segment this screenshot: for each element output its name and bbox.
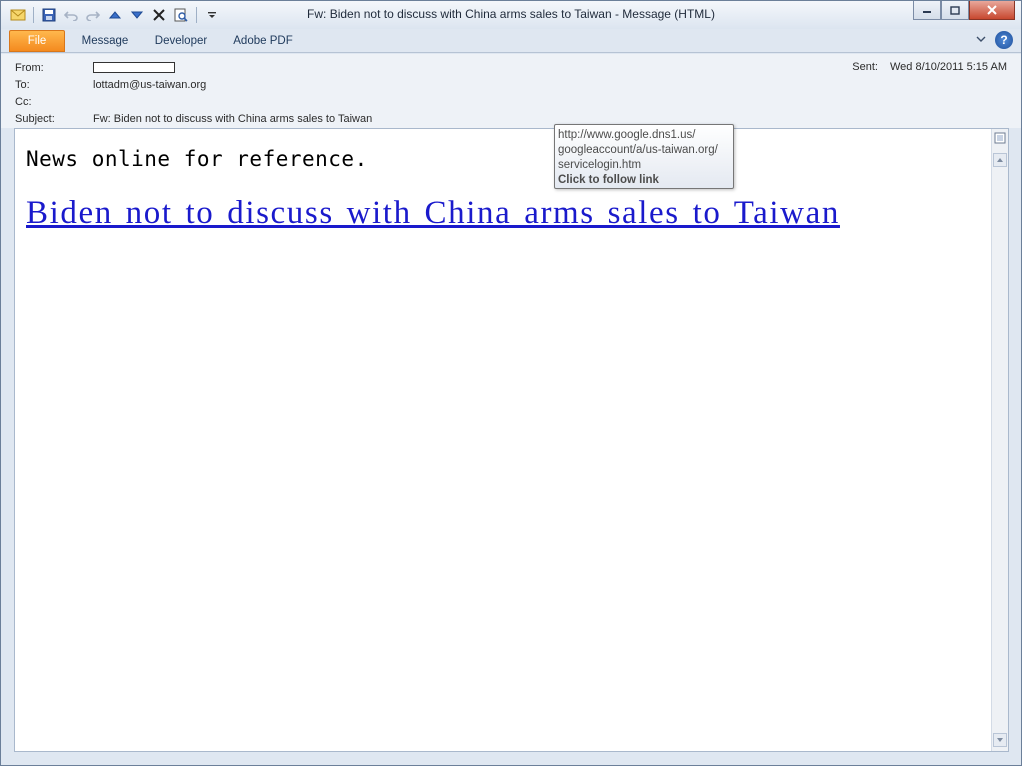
scroll-down-button[interactable] (993, 733, 1007, 747)
minimize-icon (923, 11, 931, 13)
to-value[interactable]: lottadm@us-taiwan.org (93, 79, 206, 91)
message-window: Fw: Biden not to discuss with China arms… (0, 0, 1022, 766)
expand-ribbon-button[interactable] (975, 34, 987, 47)
tab-developer[interactable]: Developer (147, 30, 215, 52)
tab-message[interactable]: Message (73, 30, 137, 52)
cc-label: Cc: (15, 95, 32, 108)
chevron-down-icon (976, 36, 986, 42)
sent-info: Sent: Wed 8/10/2011 5:15 AM (852, 61, 1007, 73)
to-label: To: (15, 78, 30, 91)
from-value-redacted[interactable] (93, 62, 175, 73)
split-view-icon[interactable] (993, 131, 1007, 145)
tab-adobe-pdf[interactable]: Adobe PDF (227, 30, 299, 52)
sent-label: Sent: (852, 61, 878, 73)
arrow-down-icon (997, 738, 1003, 742)
link-hover-tooltip: http://www.google.dns1.us/ googleaccount… (554, 124, 734, 189)
close-icon (987, 5, 997, 15)
tab-file[interactable]: File (9, 30, 65, 52)
minimize-button[interactable] (913, 1, 941, 20)
close-button[interactable] (969, 1, 1015, 20)
subject-row: Subject: Fw: Biden not to discuss with C… (15, 110, 372, 127)
vertical-scrollbar[interactable] (991, 129, 1008, 751)
restore-icon (950, 5, 960, 15)
window-controls (913, 1, 1015, 20)
tooltip-url-line-1: http://www.google.dns1.us/ (558, 129, 696, 141)
subject-value: Fw: Biden not to discuss with China arms… (93, 112, 373, 125)
subject-label: Subject: (15, 112, 55, 125)
cc-row: Cc: (15, 93, 93, 110)
sent-value: Wed 8/10/2011 5:15 AM (889, 61, 1007, 73)
scroll-up-button[interactable] (993, 153, 1007, 167)
help-icon[interactable]: ? (995, 31, 1013, 49)
to-row: To: lottadm@us-taiwan.org (15, 76, 206, 93)
from-label: From: (15, 61, 44, 74)
window-title: Fw: Biden not to discuss with China arms… (307, 7, 715, 21)
maximize-button[interactable] (941, 1, 969, 20)
from-row: From: (15, 59, 175, 76)
tooltip-url-line-3: servicelogin.htm (558, 159, 642, 171)
arrow-up-icon (997, 158, 1003, 162)
tooltip-action: Click to follow link (558, 174, 659, 186)
ribbon-tabs: File Message Developer Adobe PDF ? (1, 29, 1021, 53)
ribbon-right-controls: ? (975, 31, 1013, 49)
news-link[interactable]: Biden not to discuss with China arms sal… (26, 195, 840, 232)
message-body[interactable]: News online for reference. Biden not to … (14, 128, 1009, 752)
title-bar: Fw: Biden not to discuss with China arms… (1, 1, 1021, 29)
body-intro-text: News online for reference. (26, 147, 368, 171)
tooltip-url-line-2: googleaccount/a/us-taiwan.org/ (558, 144, 718, 156)
